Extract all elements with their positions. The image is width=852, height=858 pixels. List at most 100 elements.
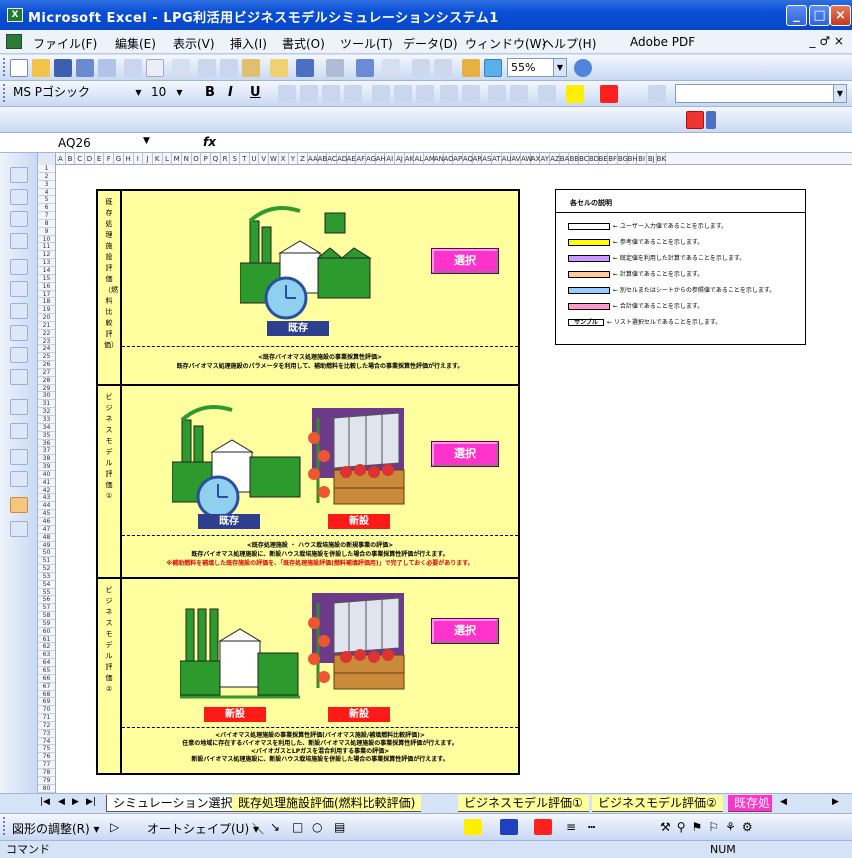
- oval-icon[interactable]: ○: [312, 820, 322, 834]
- column-header[interactable]: AN: [434, 153, 444, 164]
- row-header[interactable]: 47: [38, 526, 55, 534]
- combo-tool-icon[interactable]: [10, 325, 28, 341]
- column-header[interactable]: T: [240, 153, 250, 164]
- column-header[interactable]: BC: [579, 153, 589, 164]
- column-header[interactable]: AC: [327, 153, 337, 164]
- row-header[interactable]: 43: [38, 494, 55, 503]
- row-header[interactable]: 5: [38, 196, 55, 205]
- last-sheet-icon[interactable]: ▶|: [86, 797, 96, 807]
- row-header[interactable]: 67: [38, 683, 55, 691]
- tab-scroll-left-icon[interactable]: ◀: [780, 797, 787, 807]
- row-header[interactable]: 27: [38, 369, 55, 377]
- redo-icon[interactable]: [326, 59, 344, 77]
- column-header[interactable]: AF: [356, 153, 366, 164]
- textbox-icon[interactable]: ▤: [334, 820, 345, 834]
- menu-edit[interactable]: 編集(E): [115, 35, 156, 52]
- row-header[interactable]: 45: [38, 510, 55, 518]
- column-header[interactable]: BJ: [647, 153, 657, 164]
- font-size-select[interactable]: 10 ▼: [148, 84, 186, 103]
- print-icon[interactable]: [98, 59, 116, 77]
- decrease-indent-icon[interactable]: [488, 85, 506, 103]
- row-header[interactable]: 17: [38, 291, 55, 299]
- research-icon[interactable]: [172, 59, 190, 77]
- row-header[interactable]: 35: [38, 432, 55, 440]
- line-style-icon[interactable]: ≡: [566, 820, 576, 834]
- column-header[interactable]: S: [230, 153, 241, 164]
- scrollbar-tool-icon[interactable]: [10, 399, 28, 415]
- row-header[interactable]: 18: [38, 298, 55, 307]
- column-header[interactable]: P: [201, 153, 211, 164]
- column-header[interactable]: O: [192, 153, 202, 164]
- column-header[interactable]: AL: [414, 153, 425, 164]
- column-header[interactable]: W: [269, 153, 279, 164]
- row-header[interactable]: 64: [38, 659, 55, 667]
- row-header[interactable]: 46: [38, 518, 55, 526]
- row-header[interactable]: 25: [38, 353, 55, 362]
- menu-format[interactable]: 書式(O): [282, 35, 325, 52]
- column-header[interactable]: Z: [298, 153, 308, 164]
- spelling-icon[interactable]: [146, 59, 164, 77]
- row-header[interactable]: 38: [38, 455, 55, 464]
- excel-app-icon[interactable]: X: [7, 8, 23, 22]
- combo-list-tool-icon[interactable]: [10, 347, 28, 363]
- font-name-select[interactable]: MS Pゴシック ▼: [10, 84, 145, 103]
- mdi-controls[interactable]: _ ♂ ×: [810, 34, 844, 48]
- row-header[interactable]: 80: [38, 785, 55, 793]
- row-header[interactable]: 74: [38, 738, 55, 746]
- column-header[interactable]: AV: [511, 153, 521, 164]
- comma-icon[interactable]: [416, 85, 434, 103]
- menu-view[interactable]: 表示(V): [173, 35, 215, 52]
- toolbar-grip-3[interactable]: [3, 817, 6, 835]
- row-header[interactable]: 2: [38, 173, 55, 181]
- drawing-icon[interactable]: [484, 59, 502, 77]
- column-header[interactable]: AY: [540, 153, 551, 164]
- row-header[interactable]: 57: [38, 604, 55, 613]
- font-color-icon-2[interactable]: [534, 819, 552, 835]
- row-header[interactable]: 4: [38, 189, 55, 197]
- column-header[interactable]: AT: [492, 153, 502, 164]
- column-header[interactable]: AH: [376, 153, 386, 164]
- currency-icon[interactable]: [372, 85, 390, 103]
- zoom-select[interactable]: 55% ▼: [507, 58, 567, 77]
- groupbox-tool-icon[interactable]: [10, 211, 28, 227]
- column-header[interactable]: BH: [628, 153, 638, 164]
- column-header[interactable]: AX: [531, 153, 541, 164]
- row-header[interactable]: 53: [38, 573, 55, 581]
- column-header[interactable]: BA: [560, 153, 570, 164]
- row-header[interactable]: 49: [38, 542, 55, 550]
- column-header[interactable]: E: [95, 153, 105, 164]
- row-header[interactable]: 33: [38, 416, 55, 424]
- borders-icon[interactable]: [538, 85, 556, 103]
- column-headers[interactable]: A B C D E F G H I J K L M N O P Q R S T U V W X Y Z AAABACADAEAFAG…: [38, 153, 852, 165]
- checkbox-tool-icon[interactable]: [10, 259, 28, 275]
- column-header[interactable]: AQ: [463, 153, 473, 164]
- dash-style-icon[interactable]: ┅: [588, 820, 595, 834]
- worksheet[interactable]: A B C D E F G H I J K L M N O P Q R S T U V W X Y Z AAABACADAEAFAG…: [0, 153, 852, 793]
- rectangle-icon[interactable]: □: [292, 820, 303, 834]
- column-header[interactable]: C: [75, 153, 86, 164]
- column-header[interactable]: AA: [308, 153, 318, 164]
- column-header[interactable]: V: [259, 153, 270, 164]
- row-header[interactable]: 56: [38, 596, 55, 605]
- row-header[interactable]: 10: [38, 236, 55, 244]
- minimize-button[interactable]: _: [786, 5, 807, 26]
- row-header[interactable]: 51: [38, 557, 55, 566]
- column-header[interactable]: BE: [599, 153, 609, 164]
- underline-button[interactable]: U: [250, 85, 261, 100]
- menu-file[interactable]: ファイル(F): [33, 35, 97, 52]
- menu-insert[interactable]: 挿入(I): [230, 35, 267, 52]
- column-header[interactable]: Q: [211, 153, 221, 164]
- row-header[interactable]: 1: [38, 165, 55, 173]
- column-header[interactable]: AR: [473, 153, 483, 164]
- first-sheet-icon[interactable]: |◀: [40, 797, 50, 807]
- column-header[interactable]: H: [124, 153, 134, 164]
- format-painter-icon[interactable]: [270, 59, 288, 77]
- tab-existing-facility[interactable]: 既存処理施設評価(燃料比較評価): [232, 795, 422, 812]
- column-header[interactable]: AW: [521, 153, 532, 164]
- line-icon[interactable]: ＼: [252, 820, 264, 837]
- select-all-corner[interactable]: [38, 153, 56, 165]
- paste-icon[interactable]: [242, 59, 260, 77]
- column-header[interactable]: AD: [337, 153, 347, 164]
- row-header[interactable]: 37: [38, 447, 55, 456]
- row-header[interactable]: 29: [38, 385, 55, 393]
